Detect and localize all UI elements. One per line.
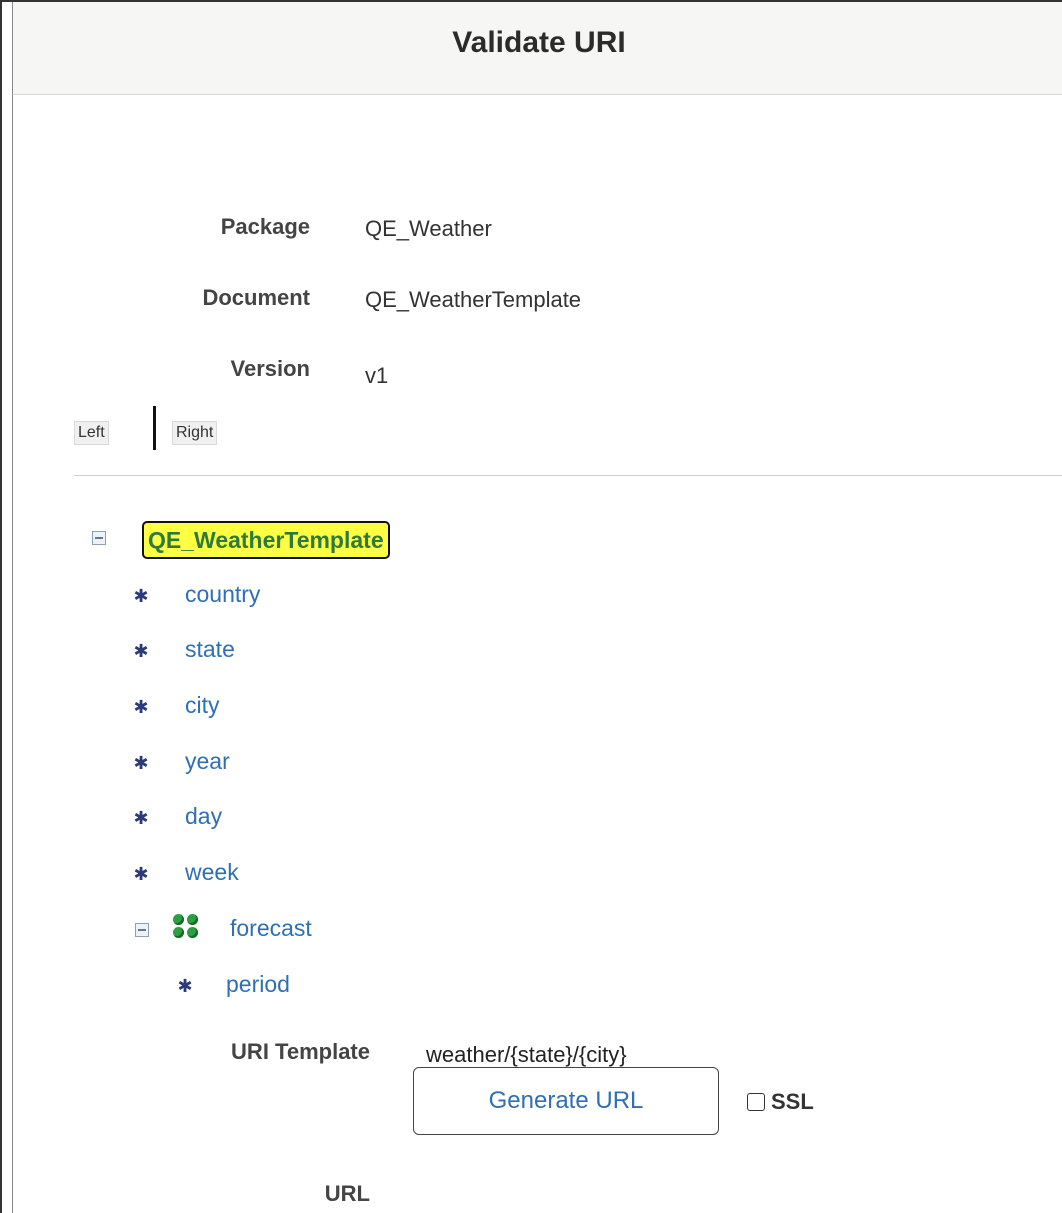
- package-value: QE_Weather: [365, 216, 492, 241]
- field-icon: ✱: [133, 753, 149, 773]
- uri-template-value: weather/{state}/{city}: [426, 1042, 627, 1067]
- root-collapse-icon[interactable]: [92, 531, 106, 545]
- generate-url-button[interactable]: Generate URL: [413, 1067, 719, 1135]
- tree-item-day[interactable]: day: [185, 803, 222, 830]
- section-divider: [74, 475, 1062, 476]
- field-icon: ✱: [133, 586, 149, 606]
- field-icon: ✱: [133, 697, 149, 717]
- tree-item-country[interactable]: country: [185, 581, 260, 608]
- package-label: Package: [220, 214, 310, 239]
- right-tab[interactable]: Right: [172, 421, 218, 445]
- window-frame-line: [12, 2, 13, 1213]
- tree-item-period[interactable]: period: [226, 971, 290, 998]
- group-icon: [171, 912, 201, 942]
- ssl-option[interactable]: SSL: [747, 1089, 814, 1115]
- document-label: Document: [202, 285, 310, 310]
- group-collapse-icon[interactable]: [135, 923, 149, 937]
- field-icon: ✱: [133, 641, 149, 661]
- page-title: Validate URI: [452, 26, 626, 59]
- field-icon: ✱: [133, 808, 149, 828]
- url-label: URL: [324, 1181, 370, 1206]
- uri-template-label: URI Template: [231, 1039, 370, 1064]
- left-tab[interactable]: Left: [74, 421, 109, 445]
- tree-item-city[interactable]: city: [185, 692, 220, 719]
- tree-item-year[interactable]: year: [185, 748, 230, 775]
- tree-root-node[interactable]: QE_WeatherTemplate: [142, 521, 390, 559]
- version-value: v1: [365, 363, 389, 388]
- tree-item-state[interactable]: state: [185, 636, 235, 663]
- validate-uri-window: Validate URI Package QE_Weather Document…: [0, 0, 1062, 1213]
- ssl-checkbox[interactable]: [747, 1093, 765, 1111]
- document-value: QE_WeatherTemplate: [365, 287, 582, 312]
- ssl-label: SSL: [771, 1089, 814, 1114]
- tree-group-forecast[interactable]: forecast: [230, 915, 312, 942]
- tab-divider: [153, 406, 156, 450]
- version-label: Version: [230, 356, 310, 381]
- field-icon: ✱: [177, 976, 193, 996]
- title-bar: Validate URI: [12, 2, 1062, 95]
- tree-item-week[interactable]: week: [185, 859, 239, 886]
- field-icon: ✱: [133, 864, 149, 884]
